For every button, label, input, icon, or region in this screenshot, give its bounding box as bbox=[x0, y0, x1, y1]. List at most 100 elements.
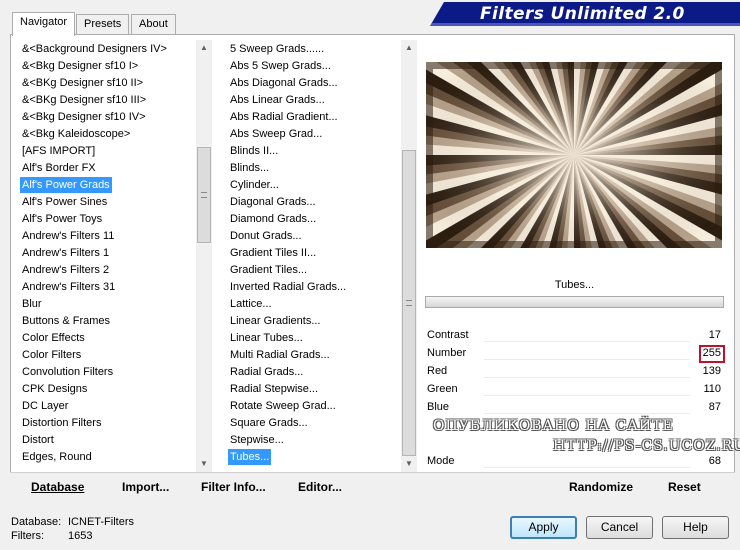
filter-info-button[interactable]: Filter Info... bbox=[201, 480, 266, 494]
tab-presets[interactable]: Presets bbox=[76, 14, 130, 34]
category-list-item[interactable]: Blur bbox=[20, 296, 44, 312]
category-list-item[interactable]: Distortion Filters bbox=[20, 415, 103, 431]
category-list-item[interactable]: &<BKg Designer sf10 III> bbox=[20, 92, 148, 108]
category-list-item[interactable]: Edges, Round bbox=[20, 449, 94, 465]
watermark-text: ОПУБЛИКОВАНО НА САЙТЕ bbox=[433, 418, 674, 434]
filter-list-item[interactable]: Abs Sweep Grad... bbox=[228, 126, 324, 142]
filter-list-item[interactable]: Square Grads... bbox=[228, 415, 310, 431]
slider-blue[interactable]: Blue 87 bbox=[426, 399, 724, 417]
slider-track[interactable] bbox=[484, 377, 690, 378]
category-list[interactable]: &<Background Designers IV> &<Bkg Designer… bbox=[20, 40, 196, 472]
filter-list-item[interactable]: Radial Grads... bbox=[228, 364, 305, 380]
category-list-item[interactable]: &<Bkg Designer sf10 I> bbox=[20, 58, 140, 74]
category-list-item[interactable]: Color Filters bbox=[20, 347, 83, 363]
reset-button[interactable]: Reset bbox=[668, 480, 701, 494]
slider-track[interactable] bbox=[484, 467, 690, 468]
slider-mode[interactable]: Mode 68 bbox=[426, 453, 724, 471]
category-scrollbar[interactable]: ▲ ▼ bbox=[196, 40, 212, 472]
category-scroll-thumb[interactable] bbox=[197, 147, 211, 244]
category-list-item[interactable]: Alf's Power Toys bbox=[20, 211, 104, 227]
filter-list-item[interactable]: Linear Tubes... bbox=[228, 330, 305, 346]
category-list-item[interactable]: CPK Designs bbox=[20, 381, 89, 397]
filter-list-item[interactable]: Diamond Grads... bbox=[228, 211, 318, 227]
editor-button[interactable]: Editor... bbox=[298, 480, 342, 494]
slider-value: 110 bbox=[703, 383, 721, 395]
database-button[interactable]: Database bbox=[31, 480, 84, 494]
apply-button[interactable]: Apply bbox=[510, 516, 577, 539]
slider-track[interactable] bbox=[484, 359, 690, 360]
filter-list-item[interactable]: Gradient Tiles... bbox=[228, 262, 309, 278]
category-list-item[interactable]: DC Layer bbox=[20, 398, 70, 414]
slider-label: Green bbox=[427, 383, 458, 395]
filter-list-item[interactable]: Blinds II... bbox=[228, 143, 280, 159]
category-list-item[interactable]: Andrew's Filters 2 bbox=[20, 262, 111, 278]
grip-icon bbox=[201, 192, 207, 199]
filter-list-item[interactable]: Donut Grads... bbox=[228, 228, 304, 244]
slider-number[interactable]: Number 255 bbox=[426, 345, 725, 363]
filter-list-item[interactable]: Linear Gradients... bbox=[228, 313, 323, 329]
slider-value: 17 bbox=[708, 329, 721, 341]
filter-list-item[interactable]: Rotate Sweep Grad... bbox=[228, 398, 338, 414]
scroll-down-icon[interactable]: ▼ bbox=[196, 456, 212, 472]
filter-list-item[interactable]: Multi Radial Grads... bbox=[228, 347, 332, 363]
filter-list-item[interactable]: Cylinder... bbox=[228, 177, 281, 193]
slider-value: 87 bbox=[708, 401, 721, 413]
category-list-item[interactable]: &<Bkg Designer sf10 IV> bbox=[20, 109, 148, 125]
filter-list-item[interactable]: Inverted Radial Grads... bbox=[228, 279, 348, 295]
category-list-item[interactable]: Buttons & Frames bbox=[20, 313, 112, 329]
filter-list-item[interactable]: 5 Sweep Grads...... bbox=[228, 41, 326, 57]
filter-list-item[interactable]: Abs Radial Gradient... bbox=[228, 109, 340, 125]
category-list-item[interactable]: &<Bkg Kaleidoscope> bbox=[20, 126, 132, 142]
help-button[interactable]: Help bbox=[662, 516, 729, 539]
preview-glow bbox=[426, 62, 722, 248]
category-list-item[interactable]: Andrew's Filters 1 bbox=[20, 245, 111, 261]
category-list-item[interactable]: &<BKg Designer sf10 II> bbox=[20, 75, 145, 91]
scroll-up-icon[interactable]: ▲ bbox=[196, 40, 212, 56]
filter-list-item[interactable]: Tubes... bbox=[228, 449, 272, 465]
scroll-up-icon[interactable]: ▲ bbox=[401, 40, 417, 56]
filter-list-item[interactable]: Abs Linear Grads... bbox=[228, 92, 327, 108]
category-list-item[interactable]: [AFS IMPORT] bbox=[20, 143, 97, 159]
category-list-item[interactable]: Distort bbox=[20, 432, 56, 448]
slider-track[interactable] bbox=[484, 413, 690, 414]
cancel-button[interactable]: Cancel bbox=[586, 516, 653, 539]
category-list-item[interactable]: Color Effects bbox=[20, 330, 87, 346]
slider-track[interactable] bbox=[484, 395, 690, 396]
slider-label: Number bbox=[427, 347, 467, 359]
category-list-item[interactable]: Andrew's Filters 11 bbox=[20, 228, 116, 244]
tab-about[interactable]: About bbox=[131, 14, 176, 34]
category-list-item[interactable]: &<Background Designers IV> bbox=[20, 41, 169, 57]
slider-green[interactable]: Green 110 bbox=[426, 381, 724, 399]
filter-list-item[interactable]: Gradient Tiles II... bbox=[228, 245, 318, 261]
category-list-item[interactable]: Alf's Border FX bbox=[20, 160, 98, 176]
filter-list-item[interactable]: Diagonal Grads... bbox=[228, 194, 318, 210]
filter-list-item[interactable]: Blinds... bbox=[228, 160, 271, 176]
filter-scrollbar[interactable]: ▲ ▼ bbox=[401, 40, 417, 472]
slider-label: Contrast bbox=[427, 329, 469, 341]
filters-count-label: Filters: bbox=[11, 530, 44, 542]
slider-red[interactable]: Red 139 bbox=[426, 363, 724, 381]
current-filter-name: Tubes... bbox=[554, 279, 595, 291]
filter-list-item[interactable]: Radial Stepwise... bbox=[228, 381, 320, 397]
tab-navigator[interactable]: Navigator bbox=[12, 12, 76, 36]
category-list-item[interactable]: Convolution Filters bbox=[20, 364, 115, 380]
slider-label: Blue bbox=[427, 401, 450, 413]
category-list-item[interactable]: Alf's Power Sines bbox=[20, 194, 109, 210]
slider-track[interactable] bbox=[484, 341, 690, 342]
category-list-item[interactable]: Alf's Power Grads bbox=[20, 177, 112, 193]
filter-list-item[interactable]: Abs Diagonal Grads... bbox=[228, 75, 340, 91]
filter-list-item[interactable]: Abs 5 Swep Grads... bbox=[228, 58, 333, 74]
category-list-item[interactable]: Andrew's Filters 31 bbox=[20, 279, 117, 295]
filter-list[interactable]: 5 Sweep Grads...... Abs 5 Swep Grads... Ab… bbox=[228, 40, 400, 472]
randomize-button[interactable]: Randomize bbox=[569, 480, 633, 494]
slider-contrast[interactable]: Contrast 17 bbox=[426, 327, 724, 345]
filter-scroll-thumb[interactable] bbox=[402, 150, 416, 456]
import-button[interactable]: Import... bbox=[122, 480, 169, 494]
database-value: ICNET-Filters bbox=[68, 516, 134, 528]
filters-count-value: 1653 bbox=[68, 530, 93, 542]
slider-value: 139 bbox=[702, 365, 721, 377]
filter-list-item[interactable]: Stepwise... bbox=[228, 432, 286, 448]
highlight-box bbox=[699, 345, 725, 363]
scroll-down-icon[interactable]: ▼ bbox=[401, 456, 417, 472]
filter-list-item[interactable]: Lattice... bbox=[228, 296, 274, 312]
